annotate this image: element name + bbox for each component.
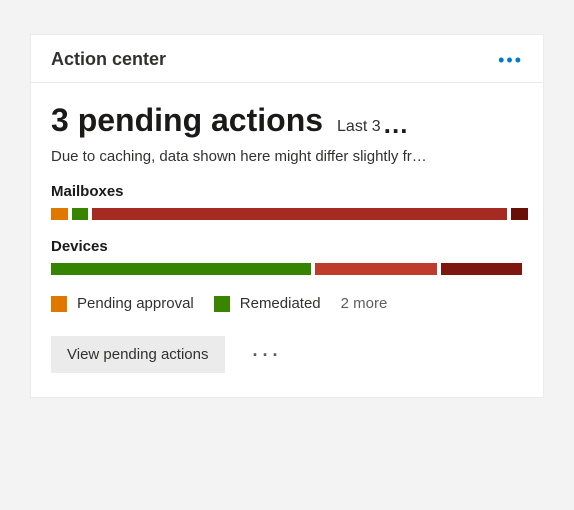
card-title: Action center [51, 49, 166, 70]
legend-more[interactable]: 2 more [341, 295, 388, 312]
bar-segment [511, 208, 528, 220]
pending-actions-title: 3 pending actions [51, 103, 323, 138]
legend-item-pending-approval: Pending approval [51, 295, 194, 312]
devices-bar [51, 263, 523, 275]
legend-label-remediated: Remediated [240, 295, 321, 312]
caching-caption: Due to caching, data shown here might di… [51, 148, 523, 165]
card-header: Action center ••• [31, 35, 543, 83]
swatch-pending-approval [51, 296, 67, 312]
bar-segment [51, 208, 68, 220]
bar-segment [51, 263, 311, 275]
bar-segment [315, 263, 438, 275]
mailboxes-bar [51, 208, 523, 220]
swatch-remediated [214, 296, 230, 312]
time-range-label: Last 3 [337, 118, 381, 136]
footer-row: View pending actions ··· [51, 336, 523, 373]
bar-segment [441, 263, 521, 275]
bar-segment [72, 208, 89, 220]
footer-more-icon[interactable]: ··· [253, 346, 283, 364]
legend-item-remediated: Remediated [214, 295, 321, 312]
bar-segment [92, 208, 507, 220]
legend-label-pending-approval: Pending approval [77, 295, 194, 312]
action-center-card: Action center ••• 3 pending actions Last… [30, 34, 544, 398]
view-pending-actions-button[interactable]: View pending actions [51, 336, 225, 373]
title-row: 3 pending actions Last 3 … [51, 103, 523, 138]
legend: Pending approval Remediated 2 more [51, 295, 523, 312]
card-more-icon[interactable]: ••• [498, 51, 523, 69]
card-body: 3 pending actions Last 3 … Due to cachin… [31, 83, 543, 397]
ellipsis-icon: … [383, 118, 409, 131]
mailboxes-label: Mailboxes [51, 183, 523, 200]
time-range: Last 3 … [337, 116, 409, 136]
devices-label: Devices [51, 238, 523, 255]
